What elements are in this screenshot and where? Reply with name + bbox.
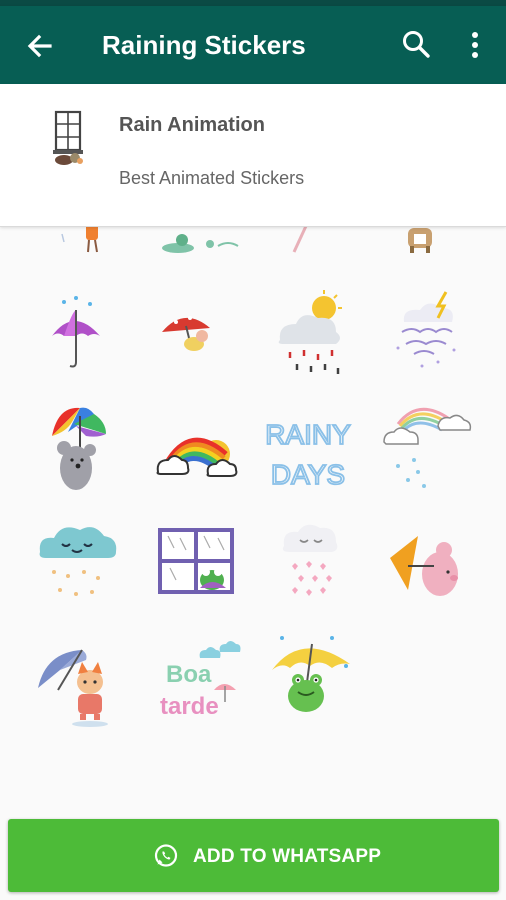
sticker-frog-yellow-umbrella[interactable] xyxy=(262,630,362,730)
pig-umbrella-sticker xyxy=(390,536,458,596)
mushroom-umbrella-sticker xyxy=(162,316,210,351)
girl-legs-sticker xyxy=(61,226,98,253)
sticker-umbrella-tip[interactable] xyxy=(256,226,356,254)
sticker-rainy-days-text[interactable]: RAINY DAYS xyxy=(258,402,358,502)
sun-cloud-rain-sticker xyxy=(278,290,342,374)
sticker-mushroom-umbrella[interactable] xyxy=(140,288,240,388)
sticker-smiling-cloud[interactable] xyxy=(28,516,128,616)
smiling-cloud-sticker xyxy=(39,527,117,596)
search-button[interactable] xyxy=(400,28,434,62)
sticker-rainbow-umbrella-mouse[interactable] xyxy=(28,402,128,502)
app-title: Raining Stickers xyxy=(102,30,306,60)
dog-sticker xyxy=(408,228,432,253)
sticker-boa-tarde[interactable]: Boa tarde xyxy=(146,630,246,730)
sticker-frog-puddle[interactable] xyxy=(148,226,248,254)
rainbow-clouds-rain-sticker xyxy=(383,407,472,488)
happy-rainy-days-sticker xyxy=(396,291,456,368)
sticker-purple-umbrella[interactable] xyxy=(24,288,124,388)
sticker-cloud-hearts[interactable] xyxy=(262,516,362,616)
sticker-girl-legs[interactable] xyxy=(42,226,142,254)
sticker-rainbow-clouds[interactable] xyxy=(146,402,246,502)
window-frog-sticker xyxy=(158,528,234,594)
cloud-hearts-sticker xyxy=(282,524,338,596)
add-to-whatsapp-button[interactable]: ADD TO WHATSAPP xyxy=(8,819,499,892)
rainbow-umbrella-mouse-sticker xyxy=(52,407,106,490)
add-to-whatsapp-label: ADD TO WHATSAPP xyxy=(193,846,382,867)
pack-name: Rain Animation xyxy=(119,114,265,136)
sticker-text-tarde: tarde xyxy=(160,693,219,720)
back-button[interactable] xyxy=(24,30,56,62)
sticker-dog[interactable] xyxy=(370,226,470,254)
sticker-text-days: DAYS xyxy=(271,459,345,490)
rainbow-clouds-sticker xyxy=(156,437,238,477)
frog-yellow-umbrella-sticker xyxy=(272,636,350,712)
umbrella-tip-sticker xyxy=(292,226,308,253)
purple-umbrella-sticker xyxy=(52,296,100,368)
sticker-text-boa: Boa xyxy=(166,661,212,688)
fox-umbrella-sticker xyxy=(38,649,108,727)
sticker-rainbow-clouds-rain[interactable] xyxy=(378,402,478,502)
more-vertical-icon xyxy=(472,32,478,58)
sticker-grid: RAINY DAYS Boa tarde xyxy=(0,226,506,816)
boa-tarde-sticker: Boa tarde xyxy=(160,641,241,720)
search-icon xyxy=(403,31,430,58)
whatsapp-icon xyxy=(154,844,178,867)
window-icon xyxy=(53,110,83,165)
frog-puddle-sticker xyxy=(162,234,239,253)
sticker-pack-header: Rain Animation Best Animated Stickers xyxy=(0,84,506,227)
sticker-text-rainy: RAINY xyxy=(265,419,351,450)
sticker-sun-cloud-rain[interactable] xyxy=(262,288,362,388)
sticker-fox-umbrella[interactable] xyxy=(32,630,132,730)
sticker-pig-umbrella[interactable] xyxy=(378,516,478,616)
sticker-happy-rainy-days[interactable] xyxy=(376,288,476,388)
app-bar: Raining Stickers xyxy=(0,6,506,84)
sticker-window-frog[interactable] xyxy=(146,516,246,616)
rainy-days-text-sticker: RAINY DAYS xyxy=(264,418,352,491)
pack-description: Best Animated Stickers xyxy=(119,168,305,188)
pack-tray-icon xyxy=(44,110,92,166)
more-options-button[interactable] xyxy=(464,28,486,62)
arrow-left-icon xyxy=(27,34,52,58)
